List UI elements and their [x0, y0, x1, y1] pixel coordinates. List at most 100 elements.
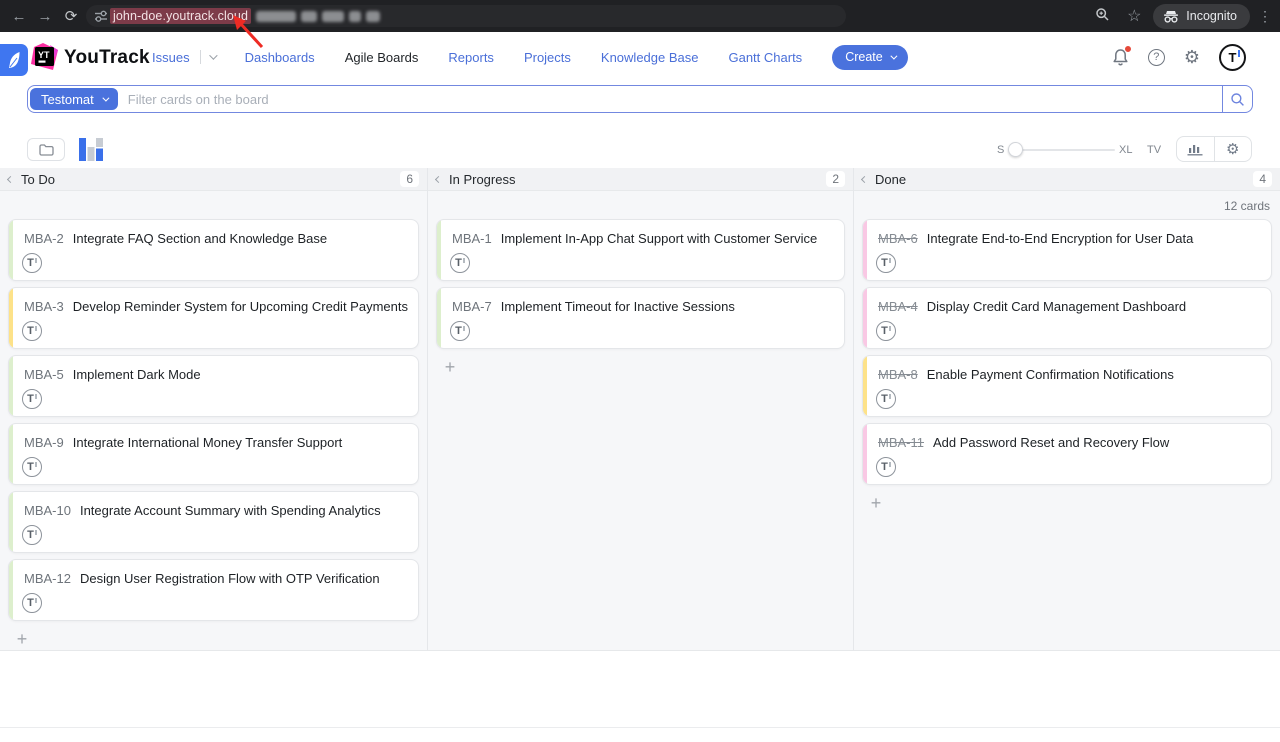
filter-search-icon[interactable] [1222, 86, 1252, 112]
settings-gear-icon[interactable]: ⚙ [1184, 47, 1200, 68]
issue-card[interactable]: MBA-9 Integrate International Money Trans… [8, 423, 419, 485]
browser-search-icon[interactable] [1089, 7, 1115, 26]
add-card-button[interactable]: + [440, 357, 460, 377]
column-header-done: Done 4 [854, 168, 1280, 191]
sprint-folder-button[interactable] [27, 138, 65, 161]
assignee-avatar[interactable]: T [876, 321, 896, 341]
issue-id[interactable]: MBA-9 [24, 435, 64, 450]
tv-mode-button[interactable]: TV [1147, 144, 1161, 156]
add-card-button[interactable]: + [866, 493, 886, 513]
board-settings-gear-icon[interactable]: ⚙ [1214, 137, 1252, 161]
issue-title[interactable]: Implement Timeout for Inactive Sessions [501, 299, 735, 314]
total-cards-label: 12 cards [1224, 199, 1270, 213]
issue-card[interactable]: MBA-11 Add Password Reset and Recovery Fl… [862, 423, 1272, 485]
column-count: 2 [826, 171, 845, 187]
issue-id[interactable]: MBA-2 [24, 231, 64, 246]
incognito-badge: Incognito [1153, 4, 1250, 29]
add-card-button[interactable]: + [12, 629, 32, 649]
issue-card[interactable]: MBA-3 Develop Reminder System for Upcomin… [8, 287, 419, 349]
youtrack-logo[interactable]: YT [30, 43, 58, 71]
issue-title[interactable]: Develop Reminder System for Upcoming Cre… [73, 299, 408, 314]
issue-card[interactable]: MBA-7 Implement Timeout for Inactive Sess… [436, 287, 845, 349]
issue-id[interactable]: MBA-11 [878, 435, 924, 450]
issue-title[interactable]: Implement Dark Mode [73, 367, 201, 382]
assignee-avatar[interactable]: T [22, 457, 42, 477]
issue-card[interactable]: MBA-6 Integrate End-to-End Encryption for… [862, 219, 1272, 281]
issue-card[interactable]: MBA-10 Integrate Account Summary with Spe… [8, 491, 419, 553]
browser-reload-icon[interactable]: ⟳ [58, 7, 84, 25]
assignee-avatar[interactable]: T [876, 389, 896, 409]
issue-title[interactable]: Integrate International Money Transfer S… [73, 435, 343, 450]
assignee-avatar[interactable]: T [22, 525, 42, 545]
browser-forward-icon[interactable]: → [32, 8, 58, 25]
priority-stripe [863, 288, 867, 348]
card-size-slider[interactable] [1010, 149, 1115, 151]
nav-item-dashboards[interactable]: Dashboards [245, 50, 315, 65]
issue-card[interactable]: MBA-5 Implement Dark Mode T [8, 355, 419, 417]
nav-item-agile-boards[interactable]: Agile Boards [345, 50, 419, 65]
issue-title[interactable]: Integrate Account Summary with Spending … [80, 503, 381, 518]
nav-item-gantt-charts[interactable]: Gantt Charts [728, 50, 802, 65]
assignee-avatar[interactable]: T [450, 321, 470, 341]
bookmark-star-icon[interactable]: ☆ [1121, 6, 1147, 26]
issue-card[interactable]: MBA-4 Display Credit Card Management Dash… [862, 287, 1272, 349]
column-in-progress: In Progress 2 MBA-1Implement In-App Chat… [427, 168, 853, 651]
assignee-avatar[interactable]: T [22, 321, 42, 341]
assignee-avatar[interactable]: T [876, 457, 896, 477]
board-selector-button[interactable]: Testomat [30, 88, 118, 110]
issue-id[interactable]: MBA-5 [24, 367, 64, 382]
column-count: 4 [1253, 171, 1272, 187]
issue-title[interactable]: Add Password Reset and Recovery Flow [933, 435, 1169, 450]
nav-item-knowledge-base[interactable]: Knowledge Base [601, 50, 699, 65]
notifications-bell-icon[interactable] [1112, 48, 1129, 66]
issue-id[interactable]: MBA-3 [24, 299, 64, 314]
address-bar[interactable]: john-doe.youtrack.cloud [86, 5, 846, 27]
incognito-label: Incognito [1186, 9, 1237, 23]
issue-id[interactable]: MBA-7 [452, 299, 492, 314]
nav-item-reports[interactable]: Reports [448, 50, 494, 65]
issue-card[interactable]: MBA-8 Enable Payment Confirmation Notific… [862, 355, 1272, 417]
issue-card[interactable]: MBA-12 Design User Registration Flow with… [8, 559, 419, 621]
nav-item-projects[interactable]: Projects [524, 50, 571, 65]
issue-title[interactable]: Display Credit Card Management Dashboard [927, 299, 1186, 314]
issue-title[interactable]: Enable Payment Confirmation Notification… [927, 367, 1174, 382]
card-size-slider-knob[interactable] [1008, 142, 1023, 157]
issue-title[interactable]: Implement In-App Chat Support with Custo… [501, 231, 817, 246]
issue-title[interactable]: Design User Registration Flow with OTP V… [80, 571, 380, 586]
column-name: Done [875, 172, 906, 187]
site-settings-icon[interactable] [94, 9, 108, 23]
issues-dropdown-chevron-icon[interactable] [209, 51, 217, 59]
assignee-avatar[interactable]: T [22, 253, 42, 273]
issue-title[interactable]: Integrate End-to-End Encryption for User… [927, 231, 1194, 246]
browser-menu-icon[interactable]: ⋮ [1256, 8, 1274, 25]
assignee-avatar[interactable]: T [22, 389, 42, 409]
nav-item-issues[interactable]: Issues [152, 50, 215, 65]
assignee-avatar[interactable]: T [876, 253, 896, 273]
filter-cards-input[interactable] [120, 86, 1222, 112]
collapse-column-icon[interactable] [7, 175, 14, 182]
column-cards: MBA-1 Implement In-App Chat Support with … [428, 191, 853, 378]
issue-card[interactable]: MBA-1 Implement In-App Chat Support with … [436, 219, 845, 281]
collapse-column-icon[interactable] [435, 175, 442, 182]
issue-id[interactable]: MBA-6 [878, 231, 918, 246]
feather-extension-icon[interactable] [0, 44, 28, 76]
assignee-avatar[interactable]: T [22, 593, 42, 613]
profile-avatar[interactable]: T [1219, 44, 1246, 71]
assignee-avatar[interactable]: T [450, 253, 470, 273]
browser-toolbar: ← → ⟳ john-doe.youtrack.cloud ☆ [0, 0, 1280, 32]
issue-id[interactable]: MBA-10 [24, 503, 71, 518]
issue-id[interactable]: MBA-4 [878, 299, 918, 314]
help-icon[interactable]: ? [1148, 49, 1165, 66]
collapse-column-icon[interactable] [861, 175, 868, 182]
issue-id[interactable]: MBA-1 [452, 231, 492, 246]
create-button[interactable]: Create [832, 45, 908, 70]
issue-title[interactable]: Integrate FAQ Section and Knowledge Base [73, 231, 327, 246]
notification-badge [1124, 45, 1132, 53]
board-chart-button[interactable] [1177, 137, 1214, 161]
issue-id[interactable]: MBA-12 [24, 571, 71, 586]
issue-id[interactable]: MBA-8 [878, 367, 918, 382]
browser-back-icon[interactable]: ← [6, 8, 32, 25]
board-progress-chart-icon[interactable] [79, 138, 103, 166]
card-size-min-label: S [997, 144, 1004, 156]
issue-card[interactable]: MBA-2 Integrate FAQ Section and Knowledge… [8, 219, 419, 281]
